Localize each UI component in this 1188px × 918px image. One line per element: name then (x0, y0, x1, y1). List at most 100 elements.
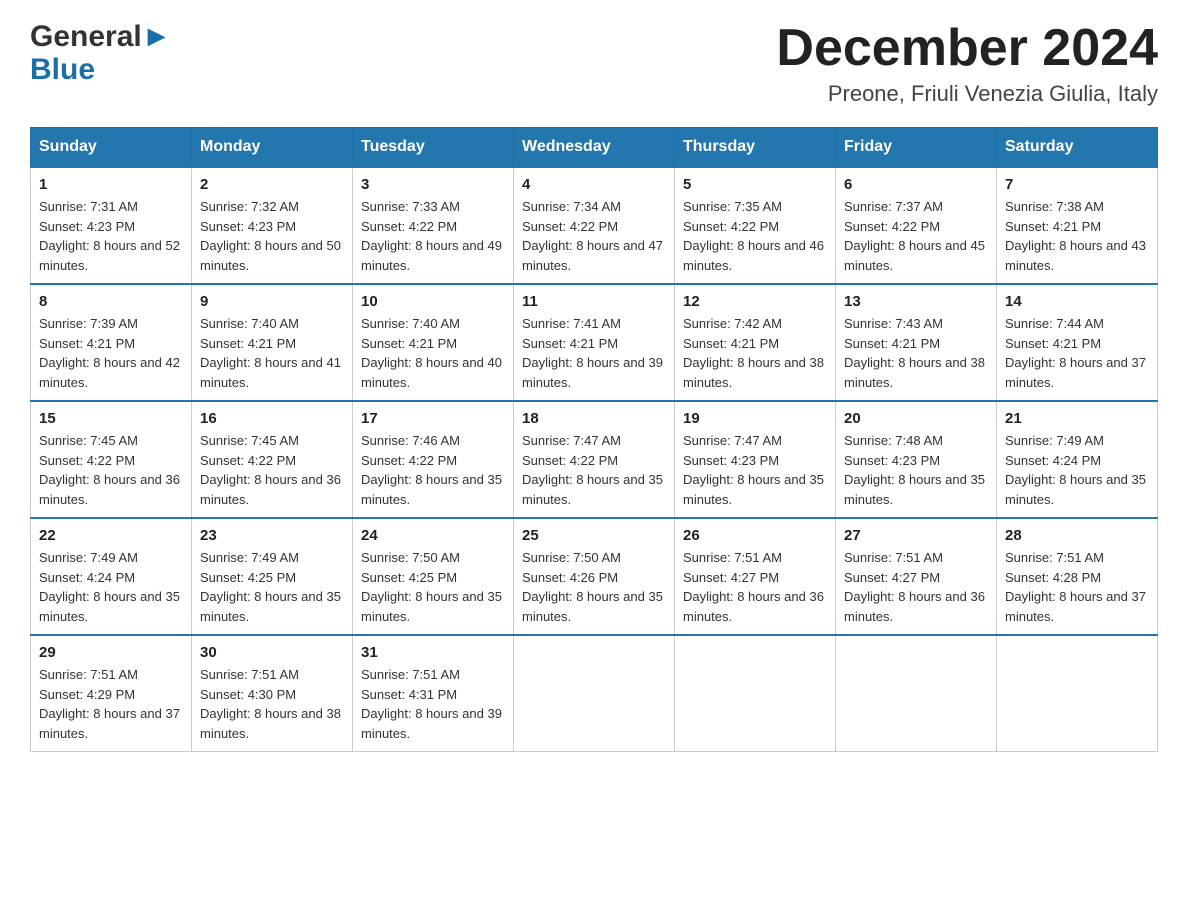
day-number: 31 (361, 644, 505, 661)
calendar-cell-w2-d1: 8 Sunrise: 7:39 AMSunset: 4:21 PMDaylight… (31, 284, 192, 401)
day-number: 7 (1005, 176, 1149, 193)
day-info: Sunrise: 7:35 AMSunset: 4:22 PMDaylight:… (683, 197, 827, 275)
day-info: Sunrise: 7:51 AMSunset: 4:31 PMDaylight:… (361, 665, 505, 743)
day-info: Sunrise: 7:49 AMSunset: 4:25 PMDaylight:… (200, 548, 344, 626)
logo-line1: General► (30, 20, 171, 53)
calendar-cell-w2-d2: 9 Sunrise: 7:40 AMSunset: 4:21 PMDaylight… (192, 284, 353, 401)
calendar-header: Sunday Monday Tuesday Wednesday Thursday… (31, 128, 1158, 168)
day-number: 24 (361, 527, 505, 544)
calendar-cell-w3-d4: 18 Sunrise: 7:47 AMSunset: 4:22 PMDayligh… (514, 401, 675, 518)
day-info: Sunrise: 7:39 AMSunset: 4:21 PMDaylight:… (39, 314, 183, 392)
day-info: Sunrise: 7:38 AMSunset: 4:21 PMDaylight:… (1005, 197, 1149, 275)
day-number: 18 (522, 410, 666, 427)
calendar-body: 1 Sunrise: 7:31 AMSunset: 4:23 PMDaylight… (31, 167, 1158, 752)
day-header-row: Sunday Monday Tuesday Wednesday Thursday… (31, 128, 1158, 168)
day-info: Sunrise: 7:33 AMSunset: 4:22 PMDaylight:… (361, 197, 505, 275)
day-info: Sunrise: 7:48 AMSunset: 4:23 PMDaylight:… (844, 431, 988, 509)
day-number: 21 (1005, 410, 1149, 427)
calendar-cell-w3-d6: 20 Sunrise: 7:48 AMSunset: 4:23 PMDayligh… (836, 401, 997, 518)
day-info: Sunrise: 7:41 AMSunset: 4:21 PMDaylight:… (522, 314, 666, 392)
day-number: 15 (39, 410, 183, 427)
calendar-cell-w2-d6: 13 Sunrise: 7:43 AMSunset: 4:21 PMDayligh… (836, 284, 997, 401)
logo: General► Blue (30, 20, 171, 86)
calendar-cell-w3-d7: 21Sunrise: 7:49 AMSunset: 4:24 PMDayligh… (997, 401, 1158, 518)
calendar-cell-w5-d2: 30Sunrise: 7:51 AMSunset: 4:30 PMDayligh… (192, 635, 353, 752)
day-info: Sunrise: 7:31 AMSunset: 4:23 PMDaylight:… (39, 197, 183, 275)
day-number: 14 (1005, 293, 1149, 310)
day-info: Sunrise: 7:51 AMSunset: 4:29 PMDaylight:… (39, 665, 183, 743)
day-number: 19 (683, 410, 827, 427)
header-sunday: Sunday (31, 128, 192, 168)
day-number: 20 (844, 410, 988, 427)
day-info: Sunrise: 7:51 AMSunset: 4:27 PMDaylight:… (683, 548, 827, 626)
day-number: 9 (200, 293, 344, 310)
calendar-cell-w1-d1: 1 Sunrise: 7:31 AMSunset: 4:23 PMDaylight… (31, 167, 192, 284)
header-wednesday: Wednesday (514, 128, 675, 168)
day-number: 16 (200, 410, 344, 427)
title-section: December 2024 Preone, Friuli Venezia Giu… (776, 20, 1158, 107)
day-info: Sunrise: 7:42 AMSunset: 4:21 PMDaylight:… (683, 314, 827, 392)
subtitle: Preone, Friuli Venezia Giulia, Italy (776, 81, 1158, 107)
day-info: Sunrise: 7:43 AMSunset: 4:21 PMDaylight:… (844, 314, 988, 392)
day-number: 22 (39, 527, 183, 544)
day-info: Sunrise: 7:40 AMSunset: 4:21 PMDaylight:… (200, 314, 344, 392)
day-number: 29 (39, 644, 183, 661)
day-info: Sunrise: 7:46 AMSunset: 4:22 PMDaylight:… (361, 431, 505, 509)
header-thursday: Thursday (675, 128, 836, 168)
day-number: 11 (522, 293, 666, 310)
calendar-cell-w3-d2: 16Sunrise: 7:45 AMSunset: 4:22 PMDayligh… (192, 401, 353, 518)
calendar-cell-w5-d4 (514, 635, 675, 752)
day-number: 8 (39, 293, 183, 310)
day-number: 27 (844, 527, 988, 544)
day-info: Sunrise: 7:47 AMSunset: 4:23 PMDaylight:… (683, 431, 827, 509)
calendar-cell-w4-d4: 25Sunrise: 7:50 AMSunset: 4:26 PMDayligh… (514, 518, 675, 635)
calendar-cell-w1-d7: 7 Sunrise: 7:38 AMSunset: 4:21 PMDaylight… (997, 167, 1158, 284)
day-number: 17 (361, 410, 505, 427)
calendar-cell-w5-d3: 31 Sunrise: 7:51 AMSunset: 4:31 PMDayligh… (353, 635, 514, 752)
day-info: Sunrise: 7:49 AMSunset: 4:24 PMDaylight:… (39, 548, 183, 626)
calendar-cell-w4-d6: 27 Sunrise: 7:51 AMSunset: 4:27 PMDayligh… (836, 518, 997, 635)
calendar-cell-w3-d1: 15 Sunrise: 7:45 AMSunset: 4:22 PMDayligh… (31, 401, 192, 518)
page-header: General► Blue December 2024 Preone, Friu… (30, 20, 1158, 107)
logo-line2: Blue (30, 53, 171, 86)
day-info: Sunrise: 7:51 AMSunset: 4:27 PMDaylight:… (844, 548, 988, 626)
calendar-table: Sunday Monday Tuesday Wednesday Thursday… (30, 127, 1158, 752)
calendar-cell-w2-d3: 10Sunrise: 7:40 AMSunset: 4:21 PMDayligh… (353, 284, 514, 401)
day-info: Sunrise: 7:47 AMSunset: 4:22 PMDaylight:… (522, 431, 666, 509)
calendar-cell-w2-d4: 11 Sunrise: 7:41 AMSunset: 4:21 PMDayligh… (514, 284, 675, 401)
calendar-cell-w2-d5: 12 Sunrise: 7:42 AMSunset: 4:21 PMDayligh… (675, 284, 836, 401)
calendar-cell-w4-d1: 22 Sunrise: 7:49 AMSunset: 4:24 PMDayligh… (31, 518, 192, 635)
calendar-cell-w4-d3: 24Sunrise: 7:50 AMSunset: 4:25 PMDayligh… (353, 518, 514, 635)
logo-arrow-icon: ► (142, 20, 172, 53)
day-number: 13 (844, 293, 988, 310)
day-number: 25 (522, 527, 666, 544)
day-number: 12 (683, 293, 827, 310)
day-info: Sunrise: 7:44 AMSunset: 4:21 PMDaylight:… (1005, 314, 1149, 392)
calendar-week-2: 8 Sunrise: 7:39 AMSunset: 4:21 PMDaylight… (31, 284, 1158, 401)
calendar-cell-w4-d7: 28 Sunrise: 7:51 AMSunset: 4:28 PMDayligh… (997, 518, 1158, 635)
header-monday: Monday (192, 128, 353, 168)
calendar-cell-w1-d6: 6 Sunrise: 7:37 AMSunset: 4:22 PMDaylight… (836, 167, 997, 284)
calendar-cell-w3-d3: 17 Sunrise: 7:46 AMSunset: 4:22 PMDayligh… (353, 401, 514, 518)
day-info: Sunrise: 7:34 AMSunset: 4:22 PMDaylight:… (522, 197, 666, 275)
header-saturday: Saturday (997, 128, 1158, 168)
day-number: 6 (844, 176, 988, 193)
calendar-cell-w1-d4: 4Sunrise: 7:34 AMSunset: 4:22 PMDaylight… (514, 167, 675, 284)
day-info: Sunrise: 7:45 AMSunset: 4:22 PMDaylight:… (39, 431, 183, 509)
calendar-week-5: 29 Sunrise: 7:51 AMSunset: 4:29 PMDayligh… (31, 635, 1158, 752)
calendar-cell-w3-d5: 19 Sunrise: 7:47 AMSunset: 4:23 PMDayligh… (675, 401, 836, 518)
day-info: Sunrise: 7:51 AMSunset: 4:28 PMDaylight:… (1005, 548, 1149, 626)
day-number: 5 (683, 176, 827, 193)
calendar-cell-w4-d2: 23Sunrise: 7:49 AMSunset: 4:25 PMDayligh… (192, 518, 353, 635)
header-tuesday: Tuesday (353, 128, 514, 168)
calendar-week-3: 15 Sunrise: 7:45 AMSunset: 4:22 PMDayligh… (31, 401, 1158, 518)
day-number: 28 (1005, 527, 1149, 544)
day-number: 2 (200, 176, 344, 193)
day-number: 1 (39, 176, 183, 193)
calendar-cell-w2-d7: 14 Sunrise: 7:44 AMSunset: 4:21 PMDayligh… (997, 284, 1158, 401)
day-info: Sunrise: 7:37 AMSunset: 4:22 PMDaylight:… (844, 197, 988, 275)
calendar-cell-w5-d6 (836, 635, 997, 752)
calendar-cell-w5-d5 (675, 635, 836, 752)
calendar-cell-w5-d7 (997, 635, 1158, 752)
day-number: 30 (200, 644, 344, 661)
